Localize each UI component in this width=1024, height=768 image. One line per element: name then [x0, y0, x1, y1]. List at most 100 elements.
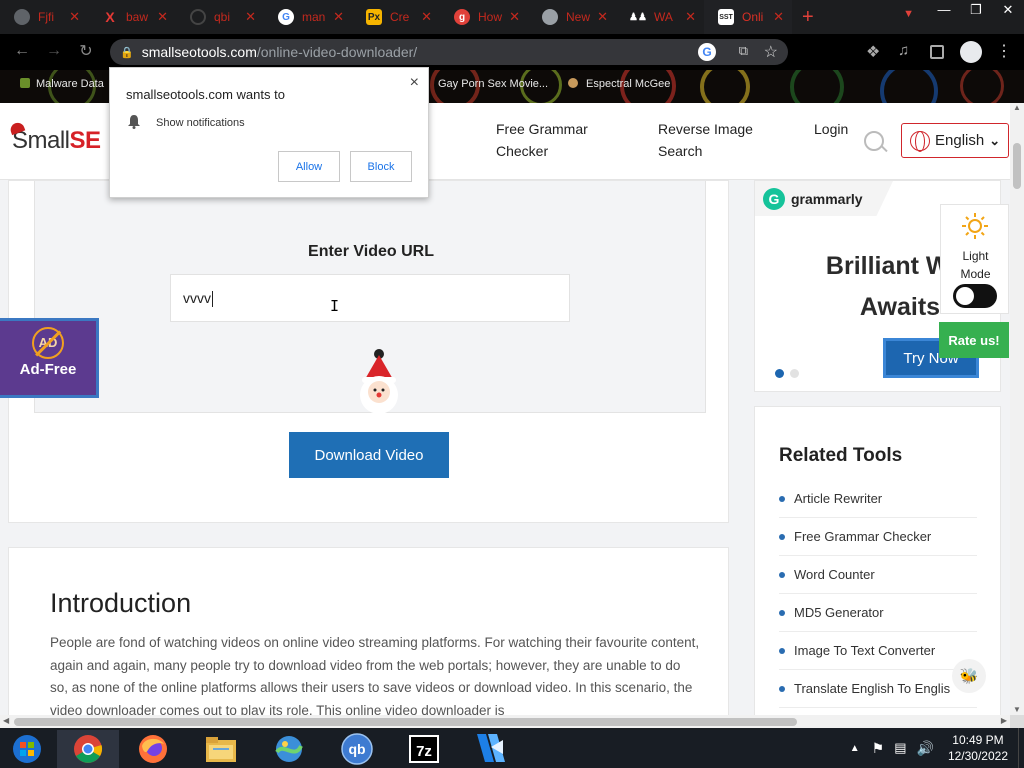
- related-tool-link[interactable]: Image To Text Converter: [779, 632, 977, 670]
- github-icon: [542, 9, 558, 25]
- tab-close-icon[interactable]: ✕: [509, 9, 520, 25]
- close-window-icon[interactable]: ✕: [992, 0, 1024, 22]
- horizontal-scrollbar[interactable]: ◀ ▶: [0, 715, 1010, 728]
- reload-icon[interactable]: ↻: [70, 41, 102, 61]
- tab-close-icon[interactable]: ✕: [421, 9, 432, 25]
- tab-title: man: [302, 10, 326, 24]
- network-icon[interactable]: ▤: [894, 740, 906, 756]
- close-icon[interactable]: ×: [410, 74, 419, 92]
- browser-tab[interactable]: qbi ✕: [176, 0, 264, 34]
- profile-avatar-icon[interactable]: [960, 41, 982, 63]
- tab-close-icon[interactable]: ✕: [597, 9, 608, 25]
- volume-icon[interactable]: 🔊: [917, 740, 934, 757]
- vertical-scroll-thumb[interactable]: [1013, 143, 1021, 189]
- tab-close-icon[interactable]: ✕: [773, 9, 784, 25]
- lock-icon[interactable]: 🔒: [120, 46, 134, 59]
- bookmark-star-icon[interactable]: ☆: [764, 42, 778, 62]
- taskbar-7zip[interactable]: 7z: [393, 730, 455, 768]
- tab-close-icon[interactable]: ✕: [333, 9, 344, 25]
- tab-strip: Fjfi ✕ Xbaw ✕ qbi ✕ Gman ✕ Px Cre ✕ g How ✕ New ✕ ♟♟ WA ✕ S…: [0, 0, 1024, 34]
- side-panel-icon[interactable]: [930, 45, 944, 59]
- video-url-input[interactable]: vvvv: [170, 274, 570, 322]
- 7zip-icon: 7z: [409, 735, 439, 763]
- related-tool-link[interactable]: Free Grammar Checker: [779, 518, 977, 556]
- rate-us-button[interactable]: Rate us!: [939, 322, 1009, 358]
- tab-close-icon[interactable]: ✕: [69, 9, 80, 25]
- browser-menu-icon[interactable]: ⋮: [996, 41, 1012, 61]
- ad-free-badge[interactable]: AD Ad-Free: [0, 318, 99, 398]
- action-center-flag-icon[interactable]: ⚑: [872, 740, 885, 757]
- block-button[interactable]: Block: [350, 151, 412, 182]
- taskbar-clock[interactable]: 10:49 PM 12/30/2022: [948, 732, 1008, 764]
- tab-close-icon[interactable]: ✕: [685, 9, 696, 25]
- horizontal-scroll-thumb[interactable]: [14, 718, 797, 726]
- browser-tab[interactable]: Xbaw ✕: [88, 0, 176, 34]
- bookmark-item[interactable]: Espectral McGee: [568, 78, 670, 90]
- carousel-dot[interactable]: [790, 369, 799, 378]
- tab-close-icon[interactable]: ✕: [245, 9, 256, 25]
- related-tool-link[interactable]: MD5 Generator: [779, 594, 977, 632]
- taskbar-firefox[interactable]: [122, 730, 184, 768]
- notification-popup-title: smallseotools.com wants to: [126, 87, 285, 102]
- bookmark-item[interactable]: Gay Porn Sex Movie...: [438, 78, 548, 90]
- browser-tab[interactable]: Fjfi ✕: [0, 0, 88, 34]
- scroll-down-icon[interactable]: ▼: [1013, 705, 1021, 714]
- grammarly-badge: Ggrammarly: [755, 181, 893, 216]
- search-icon[interactable]: [864, 131, 884, 151]
- taskbar-network-map[interactable]: [258, 730, 320, 768]
- nav-login[interactable]: Login: [814, 118, 848, 140]
- light-mode-toggle[interactable]: [953, 284, 997, 308]
- taskbar-qbittorrent[interactable]: qb: [326, 730, 388, 768]
- scroll-left-icon[interactable]: ◀: [3, 716, 9, 725]
- browser-tab[interactable]: g How ✕: [440, 0, 528, 34]
- tab-title: qbi: [214, 10, 231, 24]
- restore-icon[interactable]: ❐: [960, 0, 992, 22]
- scroll-right-icon[interactable]: ▶: [1001, 716, 1007, 725]
- show-desktop-button[interactable]: [1018, 728, 1024, 768]
- vertical-scrollbar[interactable]: ▲ ▼: [1010, 103, 1024, 716]
- related-tool-link[interactable]: Translate English To Englis: [779, 670, 977, 708]
- tab-close-icon[interactable]: ✕: [157, 9, 168, 25]
- taskbar-chrome[interactable]: [57, 730, 119, 768]
- bug-report-icon[interactable]: 🐝: [952, 659, 986, 693]
- new-tab-button[interactable]: +: [802, 6, 822, 29]
- text-caret: [212, 291, 213, 308]
- carousel-dot-active[interactable]: [775, 369, 784, 378]
- back-icon[interactable]: ←: [6, 42, 38, 60]
- bookmark-favicon: [20, 78, 30, 88]
- extensions-puzzle-icon[interactable]: ❖: [866, 42, 880, 62]
- people-icon: ♟♟: [629, 11, 647, 23]
- language-label: English: [935, 132, 985, 149]
- nav-reverse-image-search[interactable]: Reverse Image Search: [658, 118, 753, 162]
- related-tool-link[interactable]: Word Counter: [779, 556, 977, 594]
- address-bar[interactable]: 🔒 smallseotools.com/online-video-downloa…: [110, 39, 788, 65]
- start-button[interactable]: [0, 730, 54, 768]
- site-logo[interactable]: SmallSE: [8, 120, 101, 155]
- scroll-up-icon[interactable]: ▲: [1013, 103, 1021, 112]
- browser-tab[interactable]: SST Onli ✕: [704, 0, 792, 34]
- browser-tab[interactable]: Px Cre ✕: [352, 0, 440, 34]
- sst-icon: SST: [718, 9, 734, 25]
- google-lens-icon[interactable]: G: [698, 43, 716, 61]
- tab-title: How: [478, 10, 503, 24]
- allow-button[interactable]: Allow: [278, 151, 340, 182]
- nav-free-grammar-checker[interactable]: Free Grammar Checker: [496, 118, 588, 162]
- bookmark-item[interactable]: Malware Data: [20, 78, 104, 90]
- santa-icon: [360, 349, 398, 414]
- url-text[interactable]: smallseotools.com/online-video-downloade…: [142, 44, 417, 60]
- tab-search-chevron-icon[interactable]: ▼: [903, 8, 914, 20]
- taskbar-video-editor[interactable]: [460, 730, 522, 768]
- minimize-icon[interactable]: —: [928, 0, 960, 22]
- notification-permission-popup: smallseotools.com wants to × Show notifi…: [109, 67, 429, 198]
- download-video-button[interactable]: Download Video: [289, 432, 449, 478]
- media-control-icon[interactable]: ♫: [898, 42, 909, 59]
- browser-tab[interactable]: ♟♟ WA ✕: [616, 0, 704, 34]
- browser-tab[interactable]: New ✕: [528, 0, 616, 34]
- share-icon[interactable]: ⧉: [739, 43, 748, 59]
- show-hidden-icons-icon[interactable]: ▲: [850, 743, 860, 754]
- forward-icon[interactable]: →: [38, 42, 70, 60]
- related-tool-link[interactable]: Article Rewriter: [779, 480, 977, 518]
- browser-tab[interactable]: Gman ✕: [264, 0, 352, 34]
- taskbar-file-explorer[interactable]: [190, 730, 252, 768]
- language-selector[interactable]: English ⌄: [901, 123, 1009, 158]
